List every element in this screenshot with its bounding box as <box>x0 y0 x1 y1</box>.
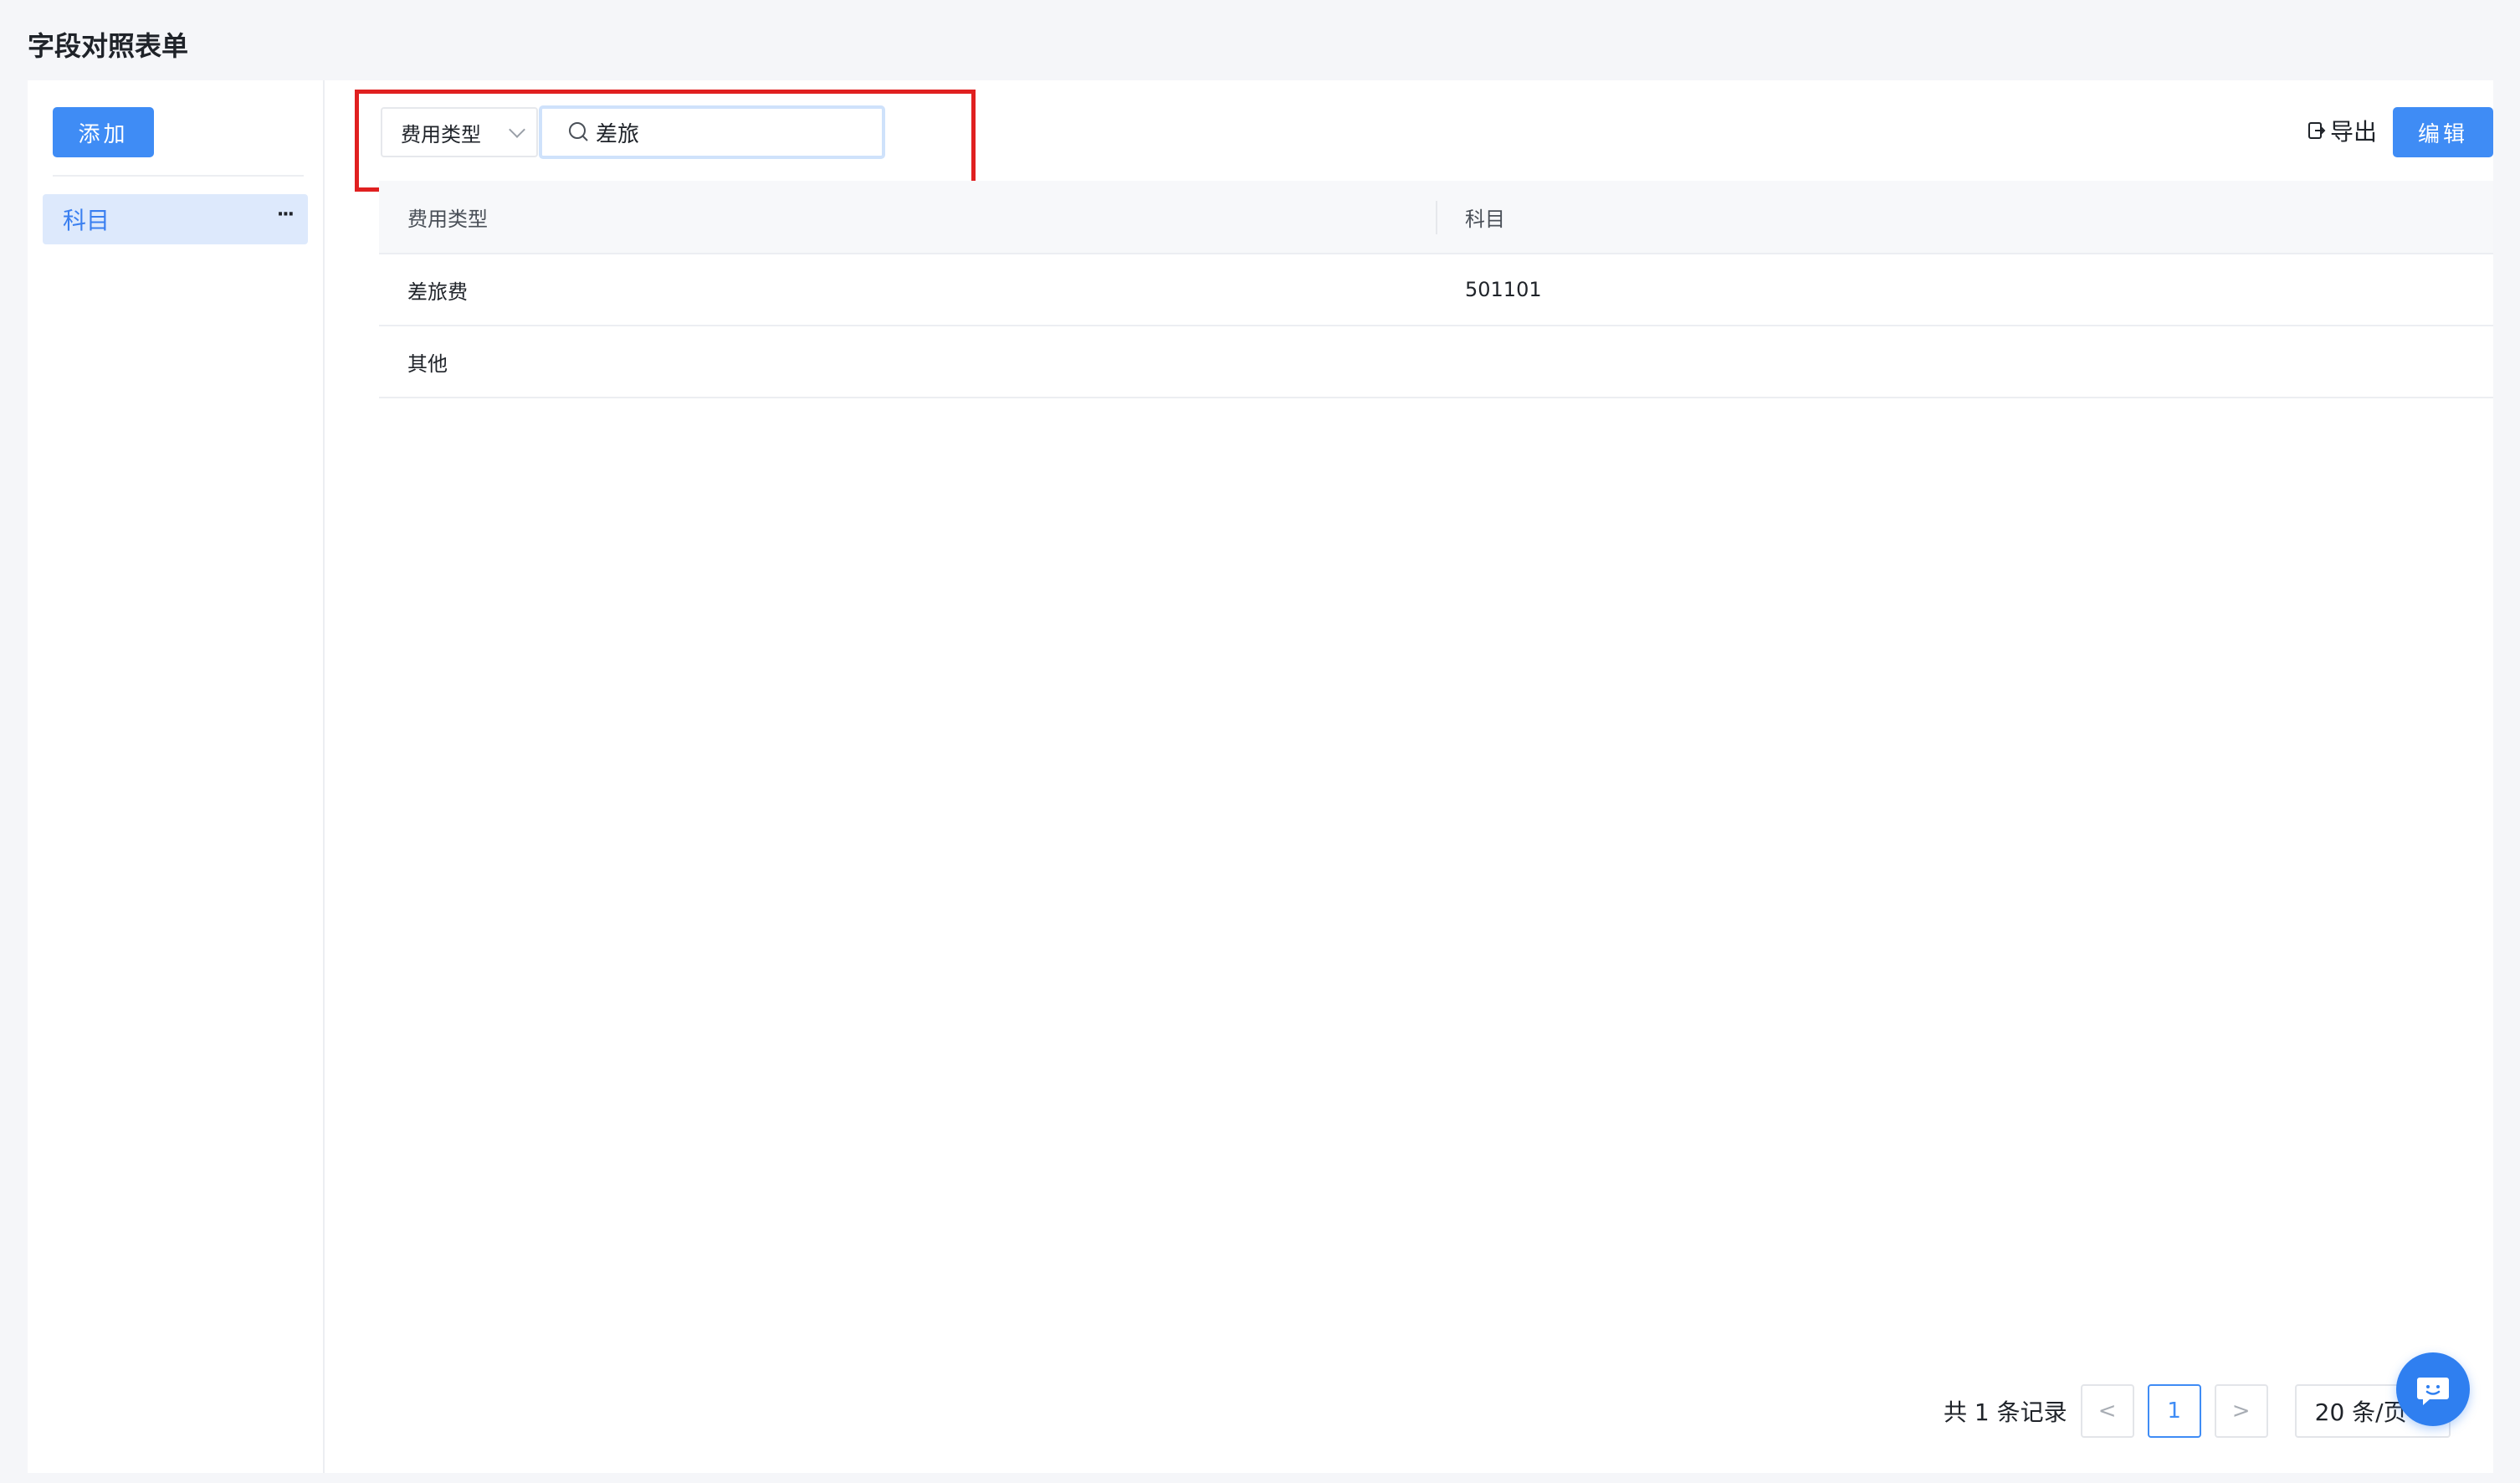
sidebar: 添加 科目 ··· <box>28 80 325 1473</box>
add-button[interactable]: 添加 <box>53 107 154 157</box>
edit-button[interactable]: 编辑 <box>2393 107 2493 157</box>
table-header: 费用类型 科目 <box>379 181 2493 254</box>
page-title: 字段对照表单 <box>28 30 189 62</box>
main-panel: 费用类型 差旅 导出 编辑 费用类型 科目 差旅费 501101 其他 共 1 … <box>326 80 2493 1473</box>
export-icon <box>2308 122 2326 139</box>
table-cell: 其他 <box>407 352 448 376</box>
filter-select[interactable]: 费用类型 <box>381 107 538 157</box>
sidebar-item-label: 科目 <box>63 207 110 234</box>
total-records: 共 1 条记录 <box>1944 1398 2067 1426</box>
column-header-subject: 科目 <box>1465 207 1505 231</box>
more-icon[interactable]: ··· <box>277 204 295 225</box>
column-divider <box>1436 201 1437 234</box>
mapping-table: 费用类型 科目 差旅费 501101 其他 <box>379 181 2493 398</box>
chat-button[interactable] <box>2396 1352 2470 1426</box>
content-card: 添加 科目 ··· 费用类型 差旅 导出 编辑 费用类型 科目 差旅费 5011… <box>28 80 2493 1473</box>
table-row[interactable]: 其他 <box>379 326 2493 398</box>
filter-select-value: 费用类型 <box>401 122 481 146</box>
page-size-value: 20 条/页 <box>2314 1398 2407 1426</box>
chat-icon <box>2417 1378 2449 1405</box>
search-icon <box>569 122 588 141</box>
next-page-button[interactable]: > <box>2214 1384 2268 1438</box>
sidebar-divider <box>53 175 304 177</box>
table-cell: 501101 <box>1465 278 1542 301</box>
export-button[interactable]: 导出 <box>2307 114 2377 147</box>
pagination: 共 1 条记录 < 1 > 20 条/页 <box>1944 1384 2451 1438</box>
column-header-expense-type: 费用类型 <box>407 207 488 231</box>
export-label: 导出 <box>2330 118 2378 146</box>
page-number-button[interactable]: 1 <box>2147 1384 2201 1438</box>
table-row[interactable]: 差旅费 501101 <box>379 254 2493 326</box>
sidebar-item-subject[interactable]: 科目 ··· <box>43 194 308 244</box>
search-input-value: 差旅 <box>596 121 640 147</box>
prev-page-button[interactable]: < <box>2080 1384 2134 1438</box>
chevron-down-icon <box>509 121 525 138</box>
table-cell: 差旅费 <box>407 280 468 304</box>
search-input[interactable]: 差旅 <box>539 105 885 159</box>
